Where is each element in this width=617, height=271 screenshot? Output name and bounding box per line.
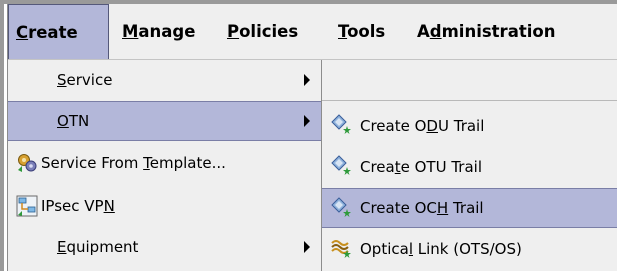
optical-link-wave-icon bbox=[331, 240, 351, 258]
menu-item-optical-link-label: Optical Link (OTS/OS) bbox=[360, 240, 522, 258]
menu-item-optical-link[interactable]: Optical Link (OTS/OS) bbox=[322, 229, 617, 269]
submenu-arrow-icon bbox=[304, 115, 310, 127]
menu-create-label: Create bbox=[16, 22, 78, 42]
submenu-arrow-icon bbox=[304, 241, 310, 253]
menu-manage[interactable]: Manage bbox=[122, 4, 222, 59]
menu-item-ipsec-vpn-label: IPsec VPN bbox=[41, 197, 115, 215]
menu-item-otn-label: OTN bbox=[57, 112, 90, 130]
menu-item-otn[interactable]: OTN bbox=[8, 101, 321, 141]
menu-administration[interactable]: Administration bbox=[417, 4, 617, 59]
menu-item-create-otu-trail-label: Create OTU Trail bbox=[360, 158, 482, 176]
trail-diamond-star-icon bbox=[331, 197, 351, 217]
menu-item-create-otu-trail[interactable]: Create OTU Trail bbox=[322, 147, 617, 187]
menu-create[interactable]: Create bbox=[8, 4, 109, 59]
submenu-divider bbox=[322, 100, 617, 101]
menu-item-create-odu-trail-label: Create ODU Trail bbox=[360, 117, 485, 135]
application-frame: Create Manage Policies Tools Administrat… bbox=[0, 0, 617, 271]
menu-policies[interactable]: Policies bbox=[227, 4, 327, 59]
menu-tools[interactable]: Tools bbox=[338, 4, 408, 59]
menu-item-service[interactable]: Service bbox=[8, 60, 321, 100]
menu-item-create-och-trail-label: Create OCH Trail bbox=[360, 199, 484, 217]
submenu-arrow-icon bbox=[304, 74, 310, 86]
menu-manage-label: Manage bbox=[122, 22, 196, 41]
menu-tools-label: Tools bbox=[338, 22, 386, 41]
vpn-network-icon bbox=[16, 195, 38, 217]
menu-item-equipment[interactable]: Equipment bbox=[8, 227, 321, 267]
trail-diamond-star-icon bbox=[331, 114, 351, 134]
menu-item-equipment-label: Equipment bbox=[57, 238, 139, 256]
menu-policies-label: Policies bbox=[227, 22, 299, 41]
otn-submenu: Create ODU Trail Create OTU Trail Create… bbox=[322, 60, 617, 271]
menu-item-ipsec-vpn[interactable]: IPsec VPN bbox=[8, 186, 321, 226]
menu-item-service-label: Service bbox=[57, 71, 113, 89]
create-dropdown-menu: Service OTN Service From Template... IPs… bbox=[8, 60, 322, 271]
menu-item-service-from-template-label: Service From Template... bbox=[41, 154, 226, 172]
template-gears-icon bbox=[18, 154, 37, 172]
menu-item-create-odu-trail[interactable]: Create ODU Trail bbox=[322, 106, 617, 146]
menu-item-service-from-template[interactable]: Service From Template... bbox=[8, 143, 321, 183]
menu-item-create-och-trail[interactable]: Create OCH Trail bbox=[322, 188, 617, 228]
menu-bar: Create Manage Policies Tools Administrat… bbox=[8, 4, 617, 60]
trail-diamond-star-icon bbox=[331, 155, 351, 175]
menu-administration-label: Administration bbox=[417, 22, 556, 41]
